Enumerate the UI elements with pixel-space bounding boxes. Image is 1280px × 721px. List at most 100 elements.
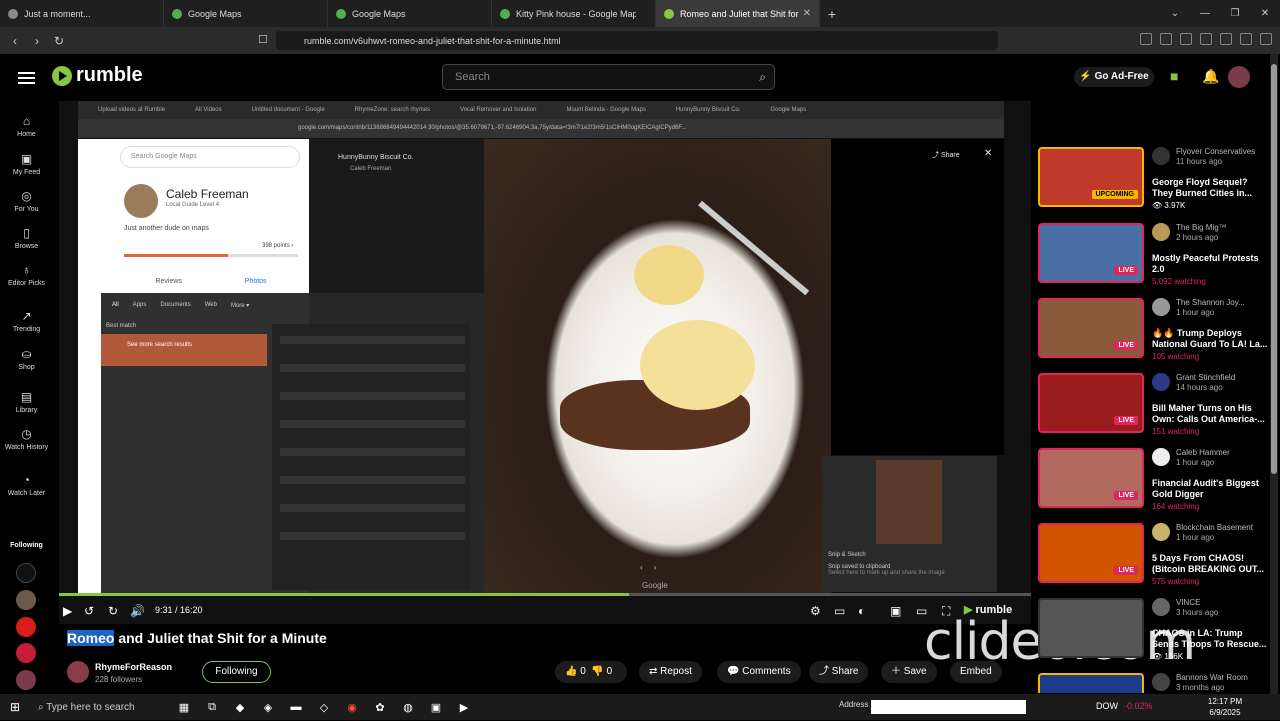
following-button[interactable]: Following [202, 661, 271, 683]
sidebar-item-trending[interactable]: ↗ Trending [0, 309, 53, 333]
page-scrollbar[interactable] [1270, 54, 1278, 694]
music-icon[interactable] [1160, 33, 1172, 45]
related-video-item[interactable]: LIVE Grant Stinchfield 14 hours ago Bill… [1038, 373, 1270, 436]
sidebar-item-for-you[interactable]: ◎ For You [0, 189, 53, 213]
video-thumbnail[interactable]: LIVE [1038, 448, 1144, 508]
following-channel-avatar[interactable] [16, 643, 36, 663]
browser-tab-active[interactable]: Romeo and Juliet that Shit for a ✕ [656, 0, 820, 27]
folder-icon[interactable]: ▬ [282, 701, 310, 713]
media-player-icon[interactable]: ▶ [450, 701, 478, 714]
sidebar-icon[interactable] [1180, 33, 1192, 45]
related-video-item[interactable]: VINCE 3 hours ago CHAOS in LA: Trump Sen… [1038, 598, 1270, 661]
related-video-item[interactable]: LIVE Caleb Hammer 1 hour ago Financial A… [1038, 448, 1270, 511]
settings-icon[interactable]: ⚙ [810, 604, 821, 618]
video-thumbnail[interactable]: UPCOMING [1038, 147, 1144, 207]
close-window-icon[interactable]: ✕ [1250, 0, 1280, 27]
sidebar-item-home[interactable]: ⌂ Home [0, 114, 53, 138]
captions-icon[interactable]: ▭ [834, 604, 845, 618]
url-field[interactable]: rumble.com/v6uhwvt-romeo-and-juliet-that… [276, 31, 998, 50]
sidebar-item-shop[interactable]: ⛀ Shop [0, 347, 53, 371]
following-channel-avatar[interactable] [16, 590, 36, 610]
channel-avatar[interactable] [1152, 598, 1170, 616]
upload-camera-icon[interactable]: ■ [1170, 68, 1178, 84]
browser-tab[interactable]: Kitty Pink house - Google Maps [492, 0, 656, 27]
taskbar-clock[interactable]: 12:17 PM 6/9/2025 [1205, 696, 1245, 718]
user-avatar[interactable] [1228, 66, 1250, 88]
taskbar-address-field[interactable] [871, 700, 1026, 714]
sidebar-item-editor-picks[interactable]: ♁ Editor Picks [0, 263, 53, 287]
like-dislike-button[interactable]: 👍 0 👎 0 [555, 661, 627, 683]
search-icon[interactable]: ⌕ [759, 70, 766, 85]
thumbs-up-icon[interactable]: 👍 [565, 666, 577, 677]
bookmark-icon[interactable]: ☐ [258, 33, 268, 46]
shield-icon[interactable] [1240, 33, 1252, 45]
app-icon[interactable]: ◍ [394, 701, 422, 714]
menu-icon[interactable] [1260, 33, 1272, 45]
sidebar-item-library[interactable]: ▤ Library [0, 390, 53, 414]
channel-avatar[interactable] [1152, 448, 1170, 466]
channel-name[interactable]: RhymeForReason [95, 662, 172, 672]
brave-icon[interactable]: ◉ [338, 701, 366, 714]
repost-button[interactable]: ⇄ Repost [639, 661, 702, 683]
leo-icon[interactable] [1220, 33, 1232, 45]
extensions-icon[interactable] [1140, 33, 1152, 45]
copilot-icon[interactable]: ◆ [226, 701, 254, 714]
rewind-icon[interactable]: ↺ [84, 604, 94, 618]
forward-icon[interactable]: › [26, 34, 48, 48]
new-tab-button[interactable]: + [820, 6, 844, 22]
search-input[interactable]: Search ⌕ [442, 64, 775, 90]
video-thumbnail[interactable] [1038, 598, 1144, 658]
store-icon[interactable]: ▦ [170, 701, 198, 714]
go-ad-free-button[interactable]: ⚡ Go Ad-Free [1074, 67, 1154, 87]
app-icon[interactable]: ◈ [254, 701, 282, 714]
back-icon[interactable]: ‹ [4, 34, 26, 48]
related-video-item[interactable]: UPCOMING Flyover Conservatives 11 hours … [1038, 147, 1270, 210]
following-channel-avatar[interactable] [16, 670, 36, 690]
video-progress-bar[interactable] [59, 593, 1031, 596]
pip-icon[interactable]: ◐ [858, 604, 865, 618]
tab-list-icon[interactable]: ⌄ [1160, 0, 1190, 27]
sidebar-item-watch-history[interactable]: ◷ Watch History [0, 427, 53, 451]
channel-avatar[interactable] [1152, 373, 1170, 391]
channel-avatar[interactable] [1152, 223, 1170, 241]
hamburger-menu-icon[interactable] [18, 69, 35, 87]
sidebar-item-browse[interactable]: ▯ Browse [0, 226, 53, 250]
video-thumbnail[interactable]: LIVE [1038, 523, 1144, 583]
windows-start-icon[interactable]: ⊞ [0, 700, 30, 714]
app-icon[interactable]: ✿ [366, 701, 394, 714]
share-button[interactable]: ⤴ Share [809, 661, 869, 683]
thumbs-down-icon[interactable]: 👎 [591, 666, 603, 677]
reload-icon[interactable]: ↻ [48, 34, 70, 48]
channel-avatar[interactable] [1152, 673, 1170, 691]
video-thumbnail[interactable] [1038, 673, 1144, 693]
related-video-item[interactable]: LIVE The Big Mig™ 2 hours ago Mostly Pea… [1038, 223, 1270, 286]
browser-tab[interactable]: Google Maps [328, 0, 492, 27]
channel-avatar[interactable] [1152, 523, 1170, 541]
comments-button[interactable]: 💬 Comments [717, 661, 801, 683]
channel-avatar[interactable] [67, 661, 89, 683]
wallet-icon[interactable] [1200, 33, 1212, 45]
taskbar-search[interactable]: ⌕ Type here to search [30, 702, 170, 713]
rumble-logo[interactable]: rumble [52, 64, 143, 87]
following-channel-avatar[interactable] [16, 617, 36, 637]
app-icon[interactable]: ▣ [422, 701, 450, 714]
maximize-icon[interactable]: ❐ [1220, 0, 1250, 27]
browser-tab[interactable]: Just a moment... [0, 0, 164, 27]
following-channel-avatar[interactable] [16, 563, 36, 583]
volume-icon[interactable]: 🔊 [130, 604, 145, 618]
related-video-item[interactable]: Bannons War Room 3 months ago [1038, 673, 1270, 693]
browser-tab[interactable]: Google Maps [164, 0, 328, 27]
sidebar-item-watch-later[interactable]: ◔ Watch Later [0, 473, 53, 497]
miniplayer-icon[interactable]: ▣ [890, 604, 901, 618]
forward-skip-icon[interactable]: ↻ [108, 604, 118, 618]
video-thumbnail[interactable]: LIVE [1038, 298, 1144, 358]
channel-avatar[interactable] [1152, 147, 1170, 165]
play-icon[interactable]: ▶ [63, 604, 72, 618]
notification-bell-icon[interactable]: 🔔 [1202, 68, 1219, 85]
related-video-item[interactable]: LIVE Blockchain Basement 1 hour ago 5 Da… [1038, 523, 1270, 586]
minimize-icon[interactable]: — [1190, 0, 1220, 27]
app-icon[interactable]: ◇ [310, 701, 338, 714]
video-thumbnail[interactable]: LIVE [1038, 223, 1144, 283]
related-video-item[interactable]: LIVE The Shannon Joy... 1 hour ago 🔥🔥 Tr… [1038, 298, 1270, 361]
close-tab-icon[interactable]: ✕ [803, 8, 811, 19]
